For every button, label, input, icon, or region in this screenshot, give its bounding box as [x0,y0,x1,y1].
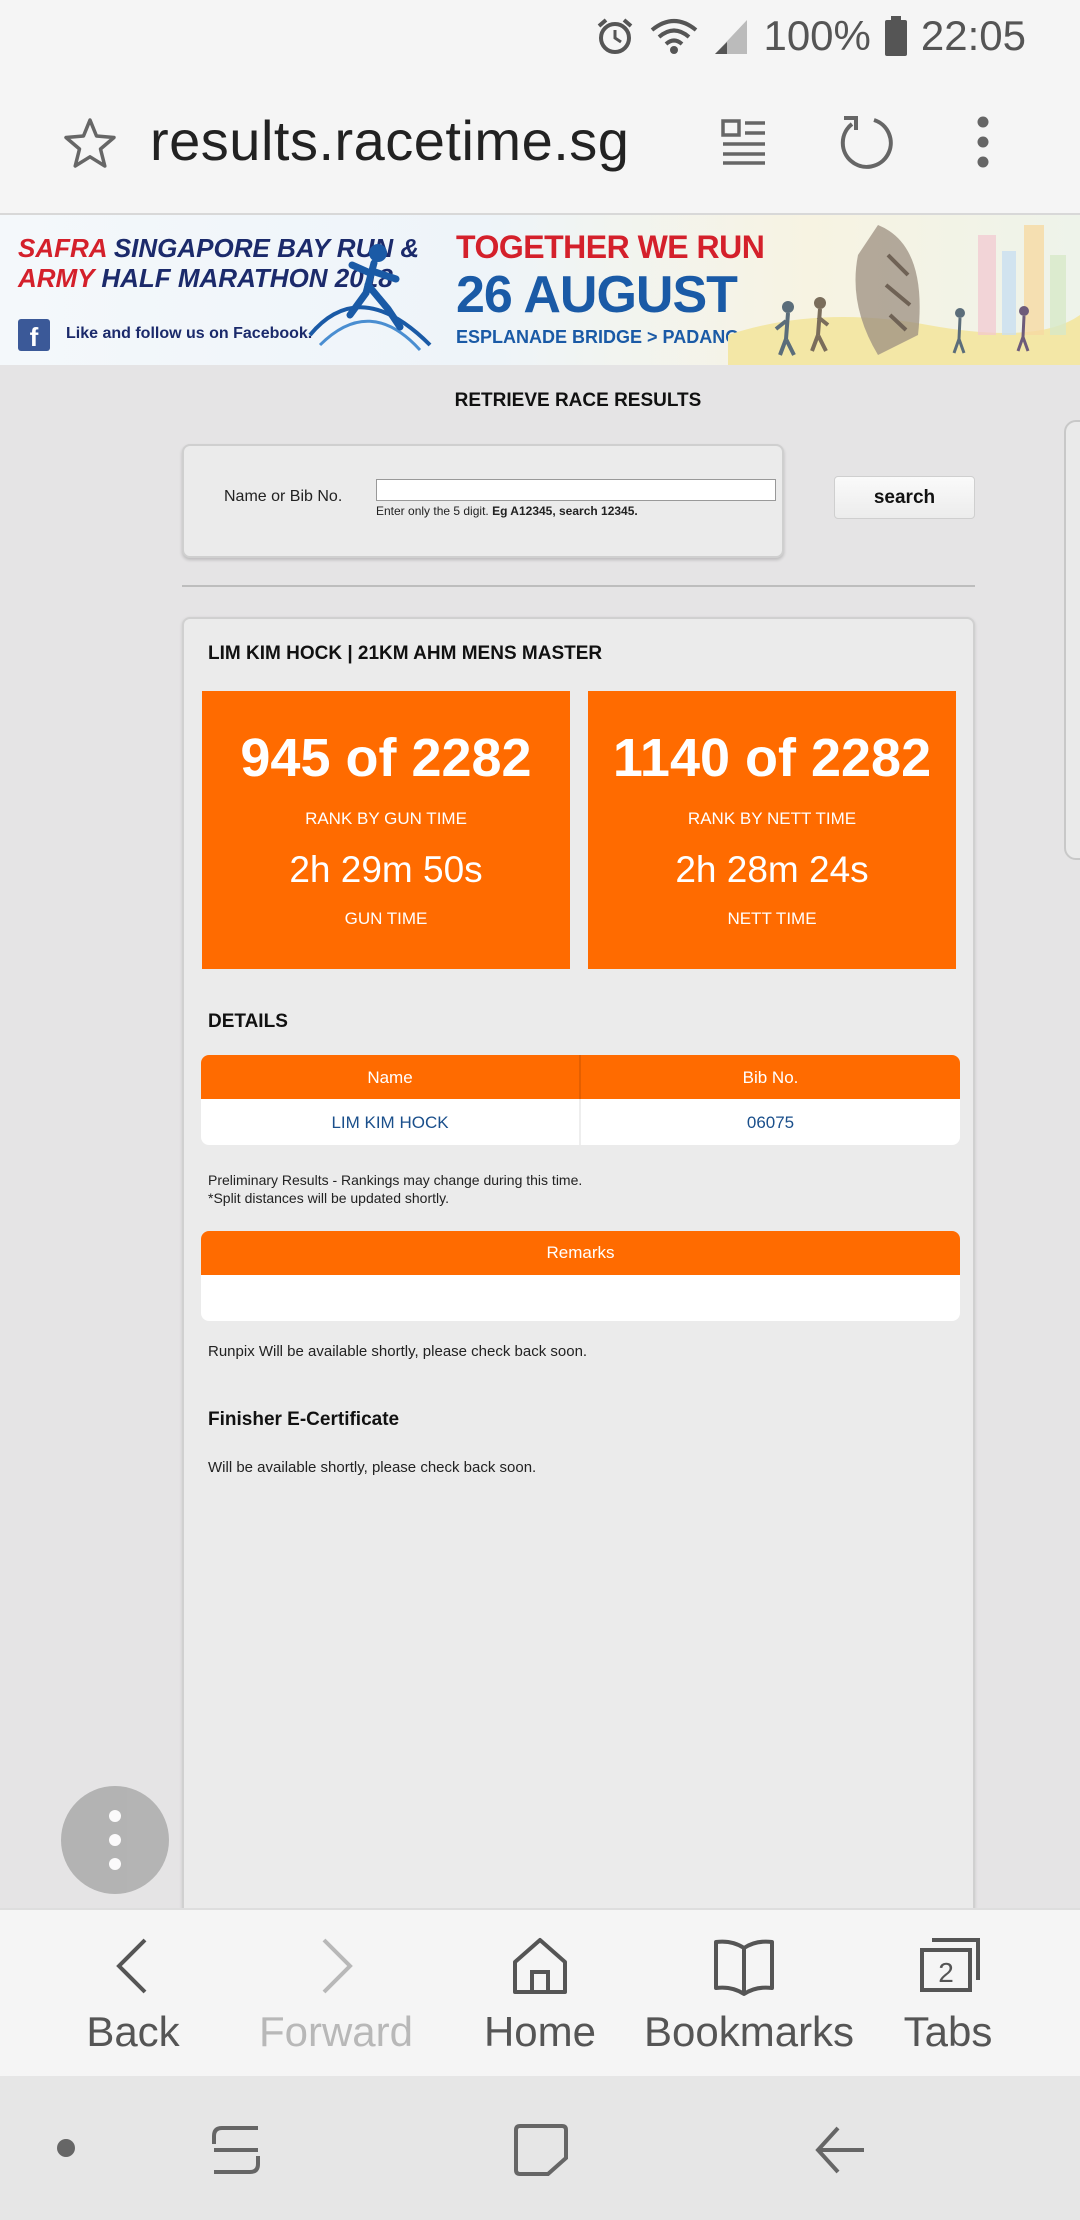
back-nav-icon[interactable] [812,2122,868,2178]
bookmarks-label: Bookmarks [644,2008,855,2055]
column-header-bib: Bib No. [742,1068,799,1087]
forward-label: Forward [258,2008,414,2055]
back-button[interactable]: Back [33,1910,233,2078]
home-button[interactable]: Home [440,1910,640,2078]
banner-route: ESPLANADE BRIDGE > PADANG [456,327,740,347]
nett-rank: 1140 of 2282 [612,728,932,788]
tabs-label: Tabs [903,2008,993,2055]
gun-time: 2h 29m 50s [289,849,483,890]
column-header-name: Name [367,1068,413,1087]
reader-mode-icon[interactable] [720,118,768,166]
preliminary-note: Preliminary Results - Rankings may chang… [208,1172,583,1206]
bookmark-star-icon[interactable] [62,116,118,172]
divider [182,585,975,587]
url-bar: results.racetime.sg [0,72,1080,215]
tabs-button[interactable]: 2 Tabs [848,1910,1048,2078]
runpix-note: Runpix Will be available shortly, please… [208,1343,588,1360]
banner-tagline: TOGETHER WE RUN [456,229,765,265]
banner-illustration [728,225,1080,365]
result-card: LIM KIM HOCK | 21KM AHM MENS MASTER 945 … [182,617,975,1917]
table-header: Name Bib No. [201,1055,960,1099]
home-icon [513,1938,567,1994]
gun-rank: 945 of 2282 [240,728,532,788]
system-nav-bar [0,2076,1080,2220]
reload-icon[interactable] [836,112,896,172]
forward-arrow-icon [322,1938,353,1994]
search-hint: Enter only the 5 digit. Eg A12345, searc… [376,504,638,518]
page-title: RETRIEVE RACE RESULTS [454,390,702,411]
signal-icon [715,20,748,54]
nett-time-box: 1140 of 2282 RANK BY NETT TIME 2h 28m 24… [588,691,956,969]
cell-name: LIM KIM HOCK [331,1113,449,1132]
home-nav-icon[interactable] [512,2122,568,2178]
table-row: LIM KIM HOCK 06075 [201,1099,960,1145]
gun-time-label: GUN TIME [344,909,428,928]
home-label: Home [483,2008,597,2055]
bookmarks-button[interactable]: Bookmarks [644,1910,855,2078]
search-form: Name or Bib No. Enter only the 5 digit. … [182,444,784,558]
runner-logo-icon [308,244,432,352]
recent-apps-icon[interactable] [210,2122,262,2178]
cell-bib: 06075 [746,1113,795,1132]
search-label: Name or Bib No. [224,488,343,505]
nett-time-label: NETT TIME [727,909,817,928]
battery-percent: 100% [763,12,871,59]
battery-icon [884,16,907,56]
forward-button[interactable]: Forward [236,1910,436,2078]
gun-time-box: 945 of 2282 RANK BY GUN TIME 2h 29m 50s … [202,691,570,969]
browser-toolbar: Back Forward Home Bookmarks 2 Tabs [0,1908,1080,2076]
search-input[interactable] [376,479,776,501]
gun-rank-label: RANK BY GUN TIME [305,809,467,828]
back-label: Back [86,2008,180,2055]
wifi-icon [651,19,698,54]
certificate-title: Finisher E-Certificate [208,1409,400,1430]
bookmarks-book-icon [714,1939,774,1996]
remarks-header: Remarks [201,1231,960,1275]
facebook-icon[interactable]: f [18,319,50,352]
clock: 22:05 [920,12,1026,59]
certificate-note: Will be available shortly, please check … [208,1459,537,1476]
status-bar: 100% 22:05 [0,0,1080,72]
nav-dot-icon [57,2139,75,2157]
banner-date: 26 AUGUST [456,266,738,324]
runner-heading: LIM KIM HOCK | 21KM AHM MENS MASTER [208,643,603,664]
nett-time: 2h 28m 24s [675,849,869,890]
floating-menu-button[interactable] [61,1786,169,1894]
tabs-icon: 2 [920,1938,980,1992]
search-button[interactable]: search [834,476,975,519]
scroll-handle[interactable] [1064,420,1080,860]
event-banner[interactable]: SAFRA SINGAPORE BAY RUN & ARMY HALF MARA… [0,215,1080,365]
nett-rank-label: RANK BY NETT TIME [687,809,857,828]
details-title: DETAILS [208,1011,288,1032]
details-table: Name Bib No. LIM KIM HOCK 06075 [201,1055,960,1145]
more-menu-icon[interactable] [968,112,998,172]
back-arrow-icon [116,1938,147,1994]
url-field[interactable]: results.racetime.sg [150,108,629,173]
tab-count: 2 [938,1957,954,1988]
banner-facebook-text: Like and follow us on Facebook. [66,325,313,342]
alarm-icon [598,18,633,54]
remarks-table: Remarks [201,1231,960,1321]
